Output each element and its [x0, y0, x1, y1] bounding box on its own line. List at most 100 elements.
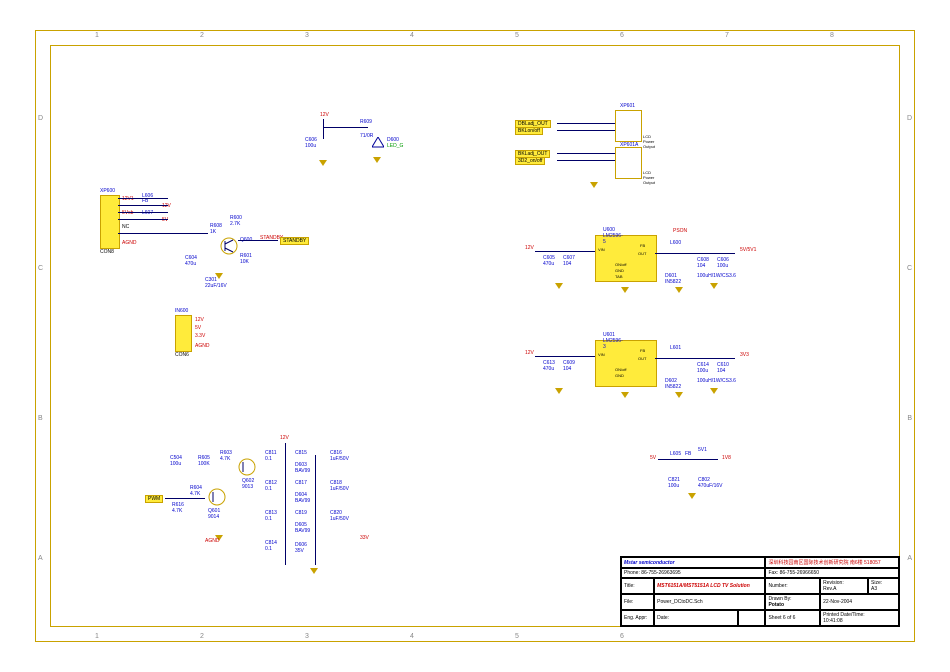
gnd-icon — [688, 493, 696, 499]
xp601a-conn — [615, 147, 642, 179]
u601-gnd: GND — [615, 373, 624, 378]
col-5-top: 5 — [515, 32, 519, 39]
in600-12v: 12V — [195, 317, 204, 323]
u601-vin: VIN — [598, 352, 605, 357]
l601: L601 — [670, 345, 681, 351]
q602-icon — [238, 458, 256, 476]
xp600-net1: 12V1 — [122, 196, 134, 202]
r605v: 100K — [198, 461, 210, 467]
c814v: 0.1 — [265, 546, 272, 552]
u601-out-net: 3V3 — [740, 352, 749, 358]
u600-out-net: 5V/5V1 — [740, 247, 756, 253]
xp601-ref: XP601 — [620, 103, 635, 109]
u600-fb: FB — [640, 243, 645, 248]
row-d-l: D — [38, 115, 43, 122]
u601-part: LM2596-3 — [603, 338, 623, 350]
in600-5v: 5V — [195, 325, 201, 331]
row-a-l: A — [38, 555, 43, 562]
ldo-out: 1V8 — [722, 455, 731, 461]
l601v: 100uH/1W/CS3.6 — [697, 378, 736, 384]
gnd-icon — [590, 182, 598, 188]
xp600-net5: NC — [122, 224, 129, 230]
u600-part: LM2596-5 — [603, 233, 623, 245]
c607v: 104 — [563, 261, 571, 267]
d601v: IN5822 — [665, 279, 681, 285]
gnd-icon — [555, 388, 563, 394]
row-b-l: B — [38, 415, 43, 422]
xp601-desc: LCD Power Output — [643, 134, 655, 149]
c608v: 104 — [697, 263, 705, 269]
l600: L600 — [670, 240, 681, 246]
l600v: 100uH/1W/CS3.6 — [697, 273, 736, 279]
col-4-bot: 4 — [410, 633, 414, 640]
date: 22-Nov-2004 — [820, 594, 899, 610]
transistor-icon — [220, 237, 238, 255]
led-net: LED_G — [387, 143, 403, 149]
q602v: 9013 — [242, 484, 253, 490]
gnd-icon — [373, 157, 381, 163]
title-block: Mstar semiconductor 深圳科技园南区国际技术创新研究院 南6楼… — [620, 556, 900, 627]
c820v: 1uF/50V — [330, 516, 349, 522]
gnd-icon — [675, 287, 683, 293]
r601v: 10K — [240, 259, 249, 265]
row-b-r: B — [907, 415, 912, 422]
col-1-top: 1 — [95, 32, 99, 39]
gnd-icon — [319, 160, 327, 166]
u601-12v: 12V — [525, 350, 534, 356]
d604v: BAV99 — [295, 498, 310, 504]
col-3-top: 3 — [305, 32, 309, 39]
r608v: 1K — [210, 229, 216, 235]
xp600-net3: 5Vsb — [122, 210, 133, 216]
r603v: 4.7K — [220, 456, 230, 462]
r616v: 4.7K — [172, 508, 182, 514]
u600-out: OUT — [638, 251, 646, 256]
row-d-r: D — [907, 115, 912, 122]
xp600-connector — [100, 195, 120, 249]
xp600-ref: XP600 — [100, 188, 115, 194]
col-6-top: 6 — [620, 32, 624, 39]
pwm-port: PWM — [145, 495, 163, 503]
gnd-icon — [621, 392, 629, 398]
c610v: 104 — [717, 368, 725, 374]
eng-label: Eng. Appr: — [621, 610, 654, 626]
c609v: 104 — [563, 366, 571, 372]
col-2-top: 2 — [200, 32, 204, 39]
sheet: Sheet 6 of 6 — [765, 610, 820, 626]
col-3-bot: 3 — [305, 633, 309, 640]
xp600-net8: AGND — [122, 240, 136, 246]
c812v: 0.1 — [265, 486, 272, 492]
title: MST6151A/MST5151A LCD TV Solution — [654, 578, 765, 594]
row-a-r: A — [907, 555, 912, 562]
in600-ref: IN600 — [175, 308, 188, 314]
company-cn: 深圳科技园南区国际技术创新研究院 南6楼 518057 — [765, 557, 899, 568]
led-icon — [372, 137, 384, 149]
gnd-icon — [710, 283, 718, 289]
d606v: 35V — [295, 548, 304, 554]
xp600-net4: 5V — [162, 217, 168, 223]
xp600-net2: 12V — [162, 203, 171, 209]
c817: C817 — [295, 480, 307, 486]
q601v: 9014 — [208, 514, 219, 520]
u600-12v: 12V — [525, 245, 534, 251]
u600-tab: TAB — [615, 274, 622, 279]
c604v: 470u — [185, 261, 196, 267]
col-4-top: 4 — [410, 32, 414, 39]
u600-vin: VIN — [598, 247, 605, 252]
col-7-top: 7 — [725, 32, 729, 39]
d603v: BAV99 — [295, 468, 310, 474]
date-label: Date: — [654, 610, 737, 626]
col-1-bot: 1 — [95, 633, 99, 640]
c504v: 100u — [170, 461, 181, 467]
schematic-page: 1 2 3 4 5 6 7 8 1 2 3 4 5 6 D C B A D C … — [0, 0, 950, 672]
in600-3v3: 3.3V — [195, 333, 205, 339]
file: Power_DCtoDC.Sch — [654, 594, 765, 610]
u601-fb: FB — [640, 348, 645, 353]
in600-agnd: AGND — [195, 343, 209, 349]
r604v: 4.7K — [190, 491, 200, 497]
c606v: 100u — [717, 263, 728, 269]
number-label: Number: — [765, 578, 820, 594]
xp601a-ref: XP601A — [620, 142, 638, 148]
d602v: IN5822 — [665, 384, 681, 390]
net-3d2: 3D2_on/off — [515, 157, 545, 165]
gnd-icon — [675, 392, 683, 398]
